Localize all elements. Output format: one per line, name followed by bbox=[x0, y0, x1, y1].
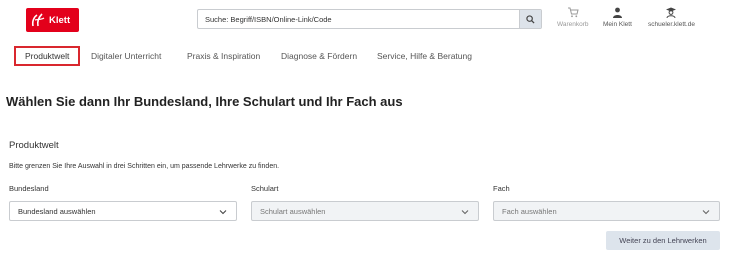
account-link[interactable]: Mein Klett bbox=[603, 7, 632, 28]
search-bar bbox=[197, 9, 542, 29]
search-icon bbox=[526, 14, 535, 24]
cart-link[interactable]: Warenkorb bbox=[557, 7, 589, 28]
cart-label: Warenkorb bbox=[557, 21, 589, 28]
nav-item-produktwelt[interactable]: Produktwelt bbox=[14, 46, 81, 66]
logo-text: Klett bbox=[49, 14, 71, 26]
fach-value: Fach auswählen bbox=[502, 206, 557, 216]
user-icon bbox=[612, 7, 622, 18]
section-title: Produktwelt bbox=[9, 140, 59, 151]
klett-logo[interactable]: Klett bbox=[26, 8, 79, 32]
schulart-value: Schulart auswählen bbox=[260, 206, 326, 216]
cart-icon bbox=[567, 7, 579, 18]
search-input[interactable] bbox=[198, 10, 520, 28]
bundesland-label: Bundesland bbox=[9, 184, 49, 193]
fach-select[interactable]: Fach auswählen bbox=[493, 201, 720, 221]
student-link[interactable]: schueler.klett.de bbox=[648, 7, 695, 28]
bundesland-value: Bundesland auswählen bbox=[18, 206, 96, 216]
main-nav: Produktwelt Digitaler Unterricht Praxis … bbox=[0, 42, 729, 68]
chevron-down-icon bbox=[461, 210, 469, 215]
chevron-down-icon bbox=[702, 210, 710, 215]
search-button[interactable] bbox=[519, 10, 541, 28]
student-icon bbox=[666, 7, 677, 18]
nav-item-digitaler-unterricht[interactable]: Digitaler Unterricht bbox=[91, 46, 161, 66]
hint-text: Bitte grenzen Sie Ihre Auswahl in drei S… bbox=[9, 163, 280, 170]
chevron-down-icon bbox=[219, 210, 227, 215]
nav-item-praxis-inspiration[interactable]: Praxis & Inspiration bbox=[187, 46, 260, 66]
nav-item-service[interactable]: Service, Hilfe & Beratung bbox=[377, 46, 472, 66]
fach-label: Fach bbox=[493, 184, 510, 193]
student-label: schueler.klett.de bbox=[648, 21, 695, 28]
schulart-label: Schulart bbox=[251, 184, 279, 193]
header: Klett Warenkorb Mein Klett bbox=[0, 0, 729, 40]
schulart-select[interactable]: Schulart auswählen bbox=[251, 201, 479, 221]
bundesland-select[interactable]: Bundesland auswählen bbox=[9, 201, 237, 221]
klett-logo-icon bbox=[31, 13, 45, 27]
continue-button[interactable]: Weiter zu den Lehrwerken bbox=[606, 231, 720, 250]
account-label: Mein Klett bbox=[603, 21, 632, 28]
nav-item-diagnose-foerdern[interactable]: Diagnose & Fördern bbox=[281, 46, 357, 66]
page-title: Wählen Sie dann Ihr Bundesland, Ihre Sch… bbox=[6, 94, 403, 109]
